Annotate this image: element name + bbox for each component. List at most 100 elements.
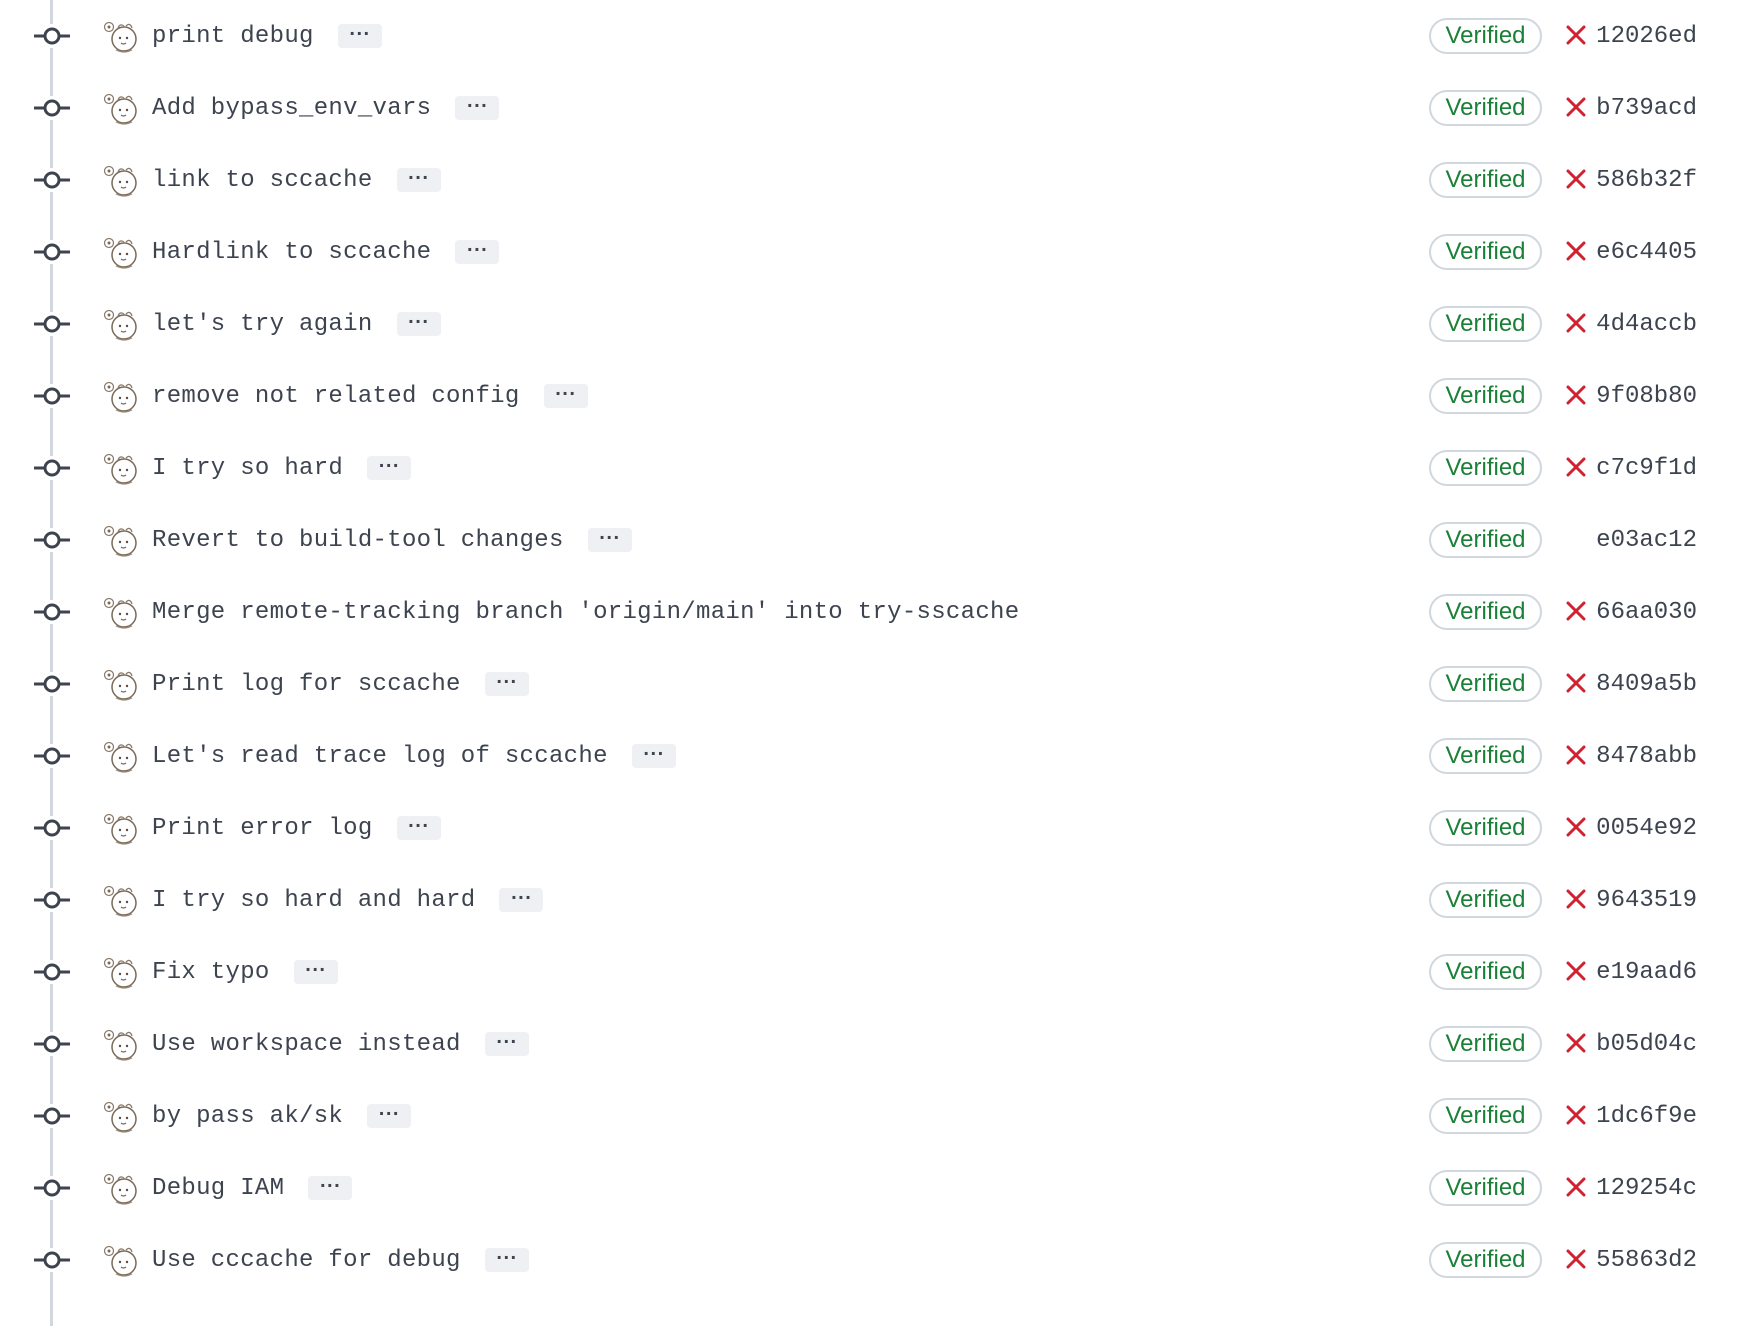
commit-message[interactable]: Add bypass_env_vars [152,95,431,122]
avatar[interactable] [102,308,140,342]
verified-badge[interactable]: Verified [1429,306,1542,342]
x-icon[interactable] [1565,888,1587,910]
commit-sha-link[interactable]: 9643519 [1596,864,1697,936]
commit-sha-link[interactable]: c7c9f1d [1596,432,1697,504]
commit-sha-link[interactable]: 0054e92 [1596,792,1697,864]
commit-message[interactable]: let's try again [152,311,373,338]
avatar[interactable] [102,596,140,630]
avatar[interactable] [102,380,140,414]
commit-sha-link[interactable]: e19aad6 [1596,936,1697,1008]
verified-badge[interactable]: Verified [1429,1242,1542,1278]
commit-message[interactable]: remove not related config [152,383,520,410]
verified-badge[interactable]: Verified [1429,234,1542,270]
verified-badge[interactable]: Verified [1429,1098,1542,1134]
verified-badge[interactable]: Verified [1429,1170,1542,1206]
expand-message-button[interactable]: ··· [543,384,588,408]
expand-message-button[interactable]: ··· [396,816,441,840]
expand-message-button[interactable]: ··· [484,672,529,696]
avatar[interactable] [102,92,140,126]
expand-message-button[interactable]: ··· [396,168,441,192]
x-icon[interactable] [1565,960,1587,982]
verified-badge[interactable]: Verified [1429,450,1542,486]
commit-message[interactable]: Merge remote-tracking branch 'origin/mai… [152,599,1019,626]
expand-message-button[interactable]: ··· [587,528,632,552]
avatar[interactable] [102,1172,140,1206]
expand-message-button[interactable]: ··· [455,240,500,264]
expand-message-button[interactable]: ··· [367,1104,412,1128]
avatar[interactable] [102,1244,140,1278]
commit-sha-link[interactable]: b739acd [1596,72,1697,144]
avatar[interactable] [102,524,140,558]
avatar[interactable] [102,164,140,198]
verified-badge[interactable]: Verified [1429,522,1542,558]
commit-message[interactable]: Hardlink to sccache [152,239,431,266]
x-icon[interactable] [1565,1104,1587,1126]
expand-message-button[interactable]: ··· [293,960,338,984]
avatar[interactable] [102,1028,140,1062]
expand-message-button[interactable]: ··· [337,24,382,48]
x-icon[interactable] [1565,96,1587,118]
x-icon[interactable] [1565,312,1587,334]
avatar[interactable] [102,452,140,486]
x-icon[interactable] [1565,672,1587,694]
x-icon[interactable] [1565,24,1587,46]
x-icon[interactable] [1565,1176,1587,1198]
commit-sha-link[interactable]: 4d4accb [1596,288,1697,360]
commit-message[interactable]: Print error log [152,815,373,842]
commit-sha-link[interactable]: 586b32f [1596,144,1697,216]
avatar[interactable] [102,236,140,270]
commit-message[interactable]: I try so hard [152,455,343,482]
commit-sha-link[interactable]: e6c4405 [1596,216,1697,288]
avatar[interactable] [102,884,140,918]
commit-sha-link[interactable]: e03ac12 [1596,504,1697,576]
avatar[interactable] [102,1100,140,1134]
verified-badge[interactable]: Verified [1429,1026,1542,1062]
expand-message-button[interactable]: ··· [484,1032,529,1056]
commit-message[interactable]: Print log for sccache [152,671,461,698]
x-icon[interactable] [1565,600,1587,622]
commit-message[interactable]: Fix typo [152,959,270,986]
commit-message[interactable]: Revert to build-tool changes [152,527,564,554]
avatar[interactable] [102,20,140,54]
commit-sha-link[interactable]: b05d04c [1596,1008,1697,1080]
verified-badge[interactable]: Verified [1429,594,1542,630]
verified-badge[interactable]: Verified [1429,954,1542,990]
x-icon[interactable] [1565,384,1587,406]
x-icon[interactable] [1565,816,1587,838]
commit-message[interactable]: Use cccache for debug [152,1247,461,1274]
verified-badge[interactable]: Verified [1429,738,1542,774]
commit-sha-link[interactable]: 9f08b80 [1596,360,1697,432]
commit-sha-link[interactable]: 8478abb [1596,720,1697,792]
expand-message-button[interactable]: ··· [484,1248,529,1272]
commit-sha-link[interactable]: 12026ed [1596,0,1697,72]
commit-message[interactable]: link to sccache [152,167,373,194]
verified-badge[interactable]: Verified [1429,18,1542,54]
commit-message[interactable]: print debug [152,23,314,50]
expand-message-button[interactable]: ··· [631,744,676,768]
commit-sha-link[interactable]: 66aa030 [1596,576,1697,648]
avatar[interactable] [102,740,140,774]
verified-badge[interactable]: Verified [1429,666,1542,702]
expand-message-button[interactable]: ··· [455,96,500,120]
avatar[interactable] [102,812,140,846]
commit-sha-link[interactable]: 129254c [1596,1152,1697,1224]
commit-sha-link[interactable]: 1dc6f9e [1596,1080,1697,1152]
commit-sha-link[interactable]: 55863d2 [1596,1224,1697,1296]
verified-badge[interactable]: Verified [1429,882,1542,918]
x-icon[interactable] [1565,744,1587,766]
verified-badge[interactable]: Verified [1429,378,1542,414]
expand-message-button[interactable]: ··· [367,456,412,480]
commit-message[interactable]: Debug IAM [152,1175,284,1202]
x-icon[interactable] [1565,1032,1587,1054]
commit-message[interactable]: Use workspace instead [152,1031,461,1058]
x-icon[interactable] [1565,456,1587,478]
verified-badge[interactable]: Verified [1429,810,1542,846]
expand-message-button[interactable]: ··· [499,888,544,912]
verified-badge[interactable]: Verified [1429,90,1542,126]
commit-message[interactable]: Let's read trace log of sccache [152,743,608,770]
commit-message[interactable]: I try so hard and hard [152,887,475,914]
avatar[interactable] [102,668,140,702]
expand-message-button[interactable]: ··· [308,1176,353,1200]
expand-message-button[interactable]: ··· [396,312,441,336]
x-icon[interactable] [1565,240,1587,262]
